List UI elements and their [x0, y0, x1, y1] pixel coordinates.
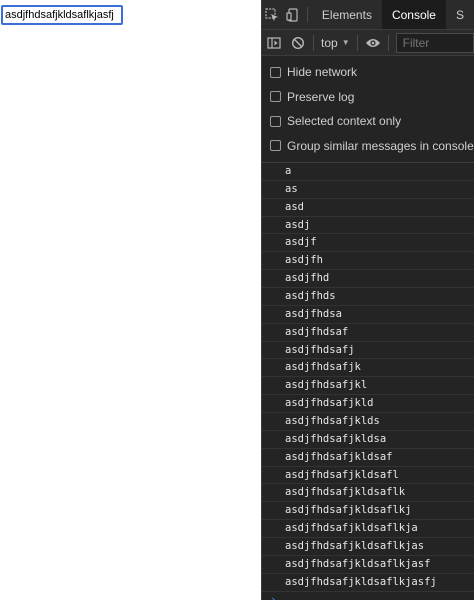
- console-message: a: [262, 163, 474, 181]
- console-prompt[interactable]: ›: [262, 592, 474, 600]
- console-message: asdjfhdsafjkldsafl: [262, 467, 474, 485]
- devtools-tab-bar: Elements Console S: [262, 0, 474, 30]
- console-message: asdjfhdsafjkldsaf: [262, 449, 474, 467]
- console-toolbar: top ▼: [262, 30, 474, 56]
- console-message: asdjfhdsafjkldsaflk: [262, 484, 474, 503]
- console-message: asdjfhdsafj: [262, 342, 474, 360]
- context-selector[interactable]: top ▼: [317, 36, 354, 50]
- context-label: top: [321, 35, 338, 50]
- checkbox[interactable]: [270, 66, 281, 78]
- tab-sources[interactable]: S: [446, 0, 474, 29]
- checkbox[interactable]: [270, 140, 281, 152]
- inspect-element-icon[interactable]: [262, 0, 283, 29]
- console-message: asdjfhdsafjkldsaflkjasf: [262, 556, 474, 574]
- checkbox[interactable]: [270, 115, 281, 127]
- console-message: asdjfhdsafjkldsaflkjas: [262, 538, 474, 556]
- toolbar-separator: [356, 34, 358, 51]
- setting-label: Selected context only: [287, 114, 402, 129]
- console-message: asdj: [262, 217, 474, 235]
- setting-label: Preserve log: [287, 89, 355, 104]
- console-message: asdjf: [262, 234, 474, 253]
- console-message: asdjfhdsaf: [262, 324, 474, 342]
- toolbar-separator: [313, 34, 314, 51]
- eye-icon[interactable]: [361, 30, 385, 56]
- console-message: as: [262, 181, 474, 199]
- console-message: asdjfhdsafjkld: [262, 395, 474, 414]
- console-messages: a as asd asdj asdjf asdjfh asdjfhd asdjf…: [262, 163, 474, 600]
- console-message: asdjfhds: [262, 288, 474, 306]
- console-message: asdjfhdsa: [262, 306, 474, 324]
- clear-console-icon[interactable]: [286, 30, 310, 56]
- setting-label: Hide network: [287, 65, 358, 80]
- setting-group-similar[interactable]: Group similar messages in console: [262, 134, 474, 159]
- setting-preserve-log[interactable]: Preserve log: [262, 85, 474, 110]
- console-message: asdjfhd: [262, 270, 474, 289]
- console-message: asdjfhdsafjkl: [262, 377, 474, 396]
- tab-separator: [307, 7, 308, 22]
- console-settings: Hide network Preserve log Selected conte…: [262, 56, 474, 163]
- console-message: asdjfhdsafjkldsaflkjasfj: [262, 574, 474, 592]
- caret-down-icon: ▼: [341, 38, 350, 47]
- prompt-chevron-icon: ›: [270, 593, 277, 600]
- console-message: asdjfhdsafjk: [262, 359, 474, 378]
- setting-label: Group similar messages in console: [287, 138, 474, 153]
- console-message: asdjfh: [262, 252, 474, 271]
- setting-selected-context-only[interactable]: Selected context only: [262, 109, 474, 134]
- device-toolbar-icon[interactable]: [283, 0, 304, 29]
- console-message: asdjfhdsafjkldsaflkj: [262, 502, 474, 521]
- text-input[interactable]: [1, 5, 123, 25]
- toolbar-separator: [387, 34, 389, 51]
- console-message: asdjfhdsafjkldsa: [262, 431, 474, 449]
- devtools-panel: Elements Console S top ▼ Filter Hide net…: [261, 0, 474, 600]
- sidebar-toggle-icon[interactable]: [262, 30, 286, 56]
- filter-input[interactable]: [395, 32, 474, 53]
- checkbox[interactable]: [270, 91, 281, 103]
- tab-console[interactable]: Console: [381, 0, 446, 29]
- setting-hide-network[interactable]: Hide network: [262, 60, 474, 85]
- tab-elements[interactable]: Elements: [312, 0, 382, 29]
- console-message: asdjfhdsafjklds: [262, 413, 474, 431]
- console-message: asdjfhdsafjkldsaflkja: [262, 520, 474, 539]
- console-message: asd: [262, 199, 474, 217]
